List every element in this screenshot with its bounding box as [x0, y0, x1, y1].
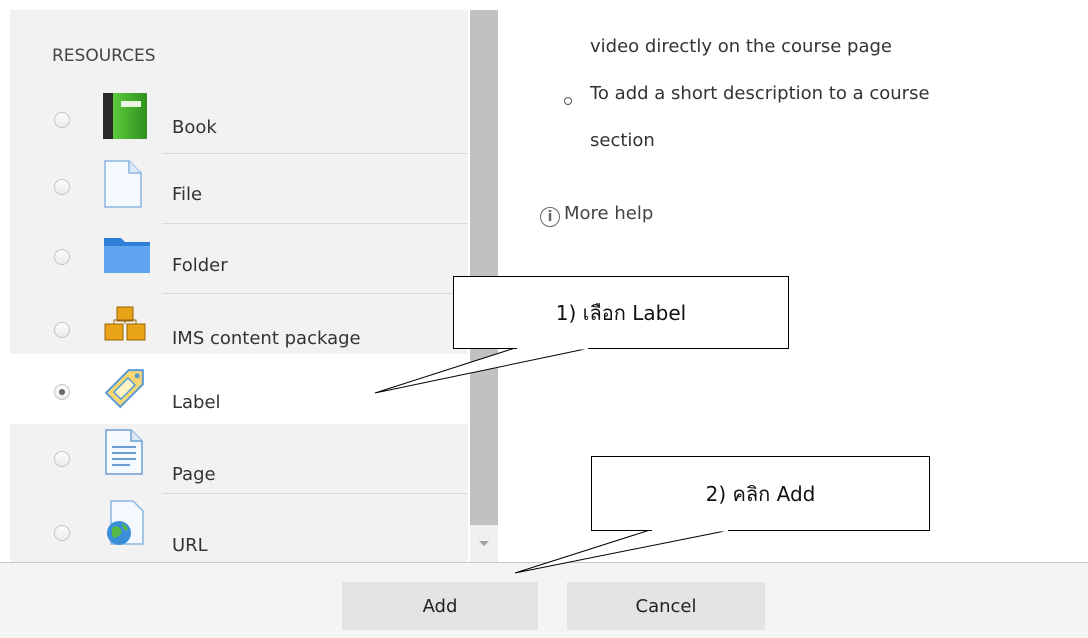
resource-option-page[interactable]: Page — [10, 424, 468, 494]
bullet-icon — [564, 97, 572, 105]
book-icon — [103, 93, 149, 143]
resource-option-url[interactable]: URL — [10, 494, 468, 562]
page-icon — [103, 429, 145, 479]
package-icon — [103, 306, 147, 346]
info-icon: i — [540, 207, 560, 227]
resource-option-file[interactable]: File — [10, 154, 468, 224]
resource-option-book[interactable]: Book — [10, 84, 468, 154]
dialog-footer: Add Cancel — [0, 562, 1088, 638]
radio-label[interactable] — [54, 384, 70, 400]
resource-label-page: Page — [172, 464, 216, 485]
radio-book[interactable] — [54, 112, 70, 128]
resource-label-folder: Folder — [172, 255, 228, 276]
resource-label-file: File — [172, 184, 203, 205]
cancel-button[interactable]: Cancel — [567, 582, 765, 630]
radio-ims-package[interactable] — [54, 322, 70, 338]
annotation-callout-click-add: 2) คลิก Add — [591, 456, 930, 531]
resource-chooser-panel: RESOURCES Book File Folder IMS content p… — [10, 10, 468, 562]
more-help-link[interactable]: i More help — [540, 203, 653, 227]
resource-label-label: Label — [172, 392, 221, 413]
resource-label-book: Book — [172, 117, 217, 138]
more-help-label: More help — [564, 203, 654, 224]
resource-option-label[interactable]: Label — [10, 354, 468, 424]
url-icon — [103, 500, 147, 552]
resource-option-folder[interactable]: Folder — [10, 224, 468, 294]
radio-url[interactable] — [54, 525, 70, 541]
annotation-callout-select-label: 1) เลือก Label — [453, 276, 789, 349]
scrollbar-thumb[interactable] — [470, 10, 498, 525]
radio-folder[interactable] — [54, 249, 70, 265]
section-title: RESOURCES — [52, 46, 156, 66]
resource-label-ims-package: IMS content package — [172, 328, 361, 349]
file-icon — [103, 160, 143, 212]
resource-label-url: URL — [172, 535, 208, 556]
help-bullet-text: To add a short description to a course — [590, 83, 930, 104]
radio-page[interactable] — [54, 451, 70, 467]
scroll-down-arrow-icon[interactable] — [479, 541, 489, 546]
radio-file[interactable] — [54, 179, 70, 195]
folder-icon — [103, 234, 151, 278]
label-icon — [103, 360, 153, 414]
help-bullet-text-continued: section — [590, 130, 655, 151]
add-button[interactable]: Add — [342, 582, 538, 630]
help-text-line: video directly on the course page — [590, 36, 892, 57]
